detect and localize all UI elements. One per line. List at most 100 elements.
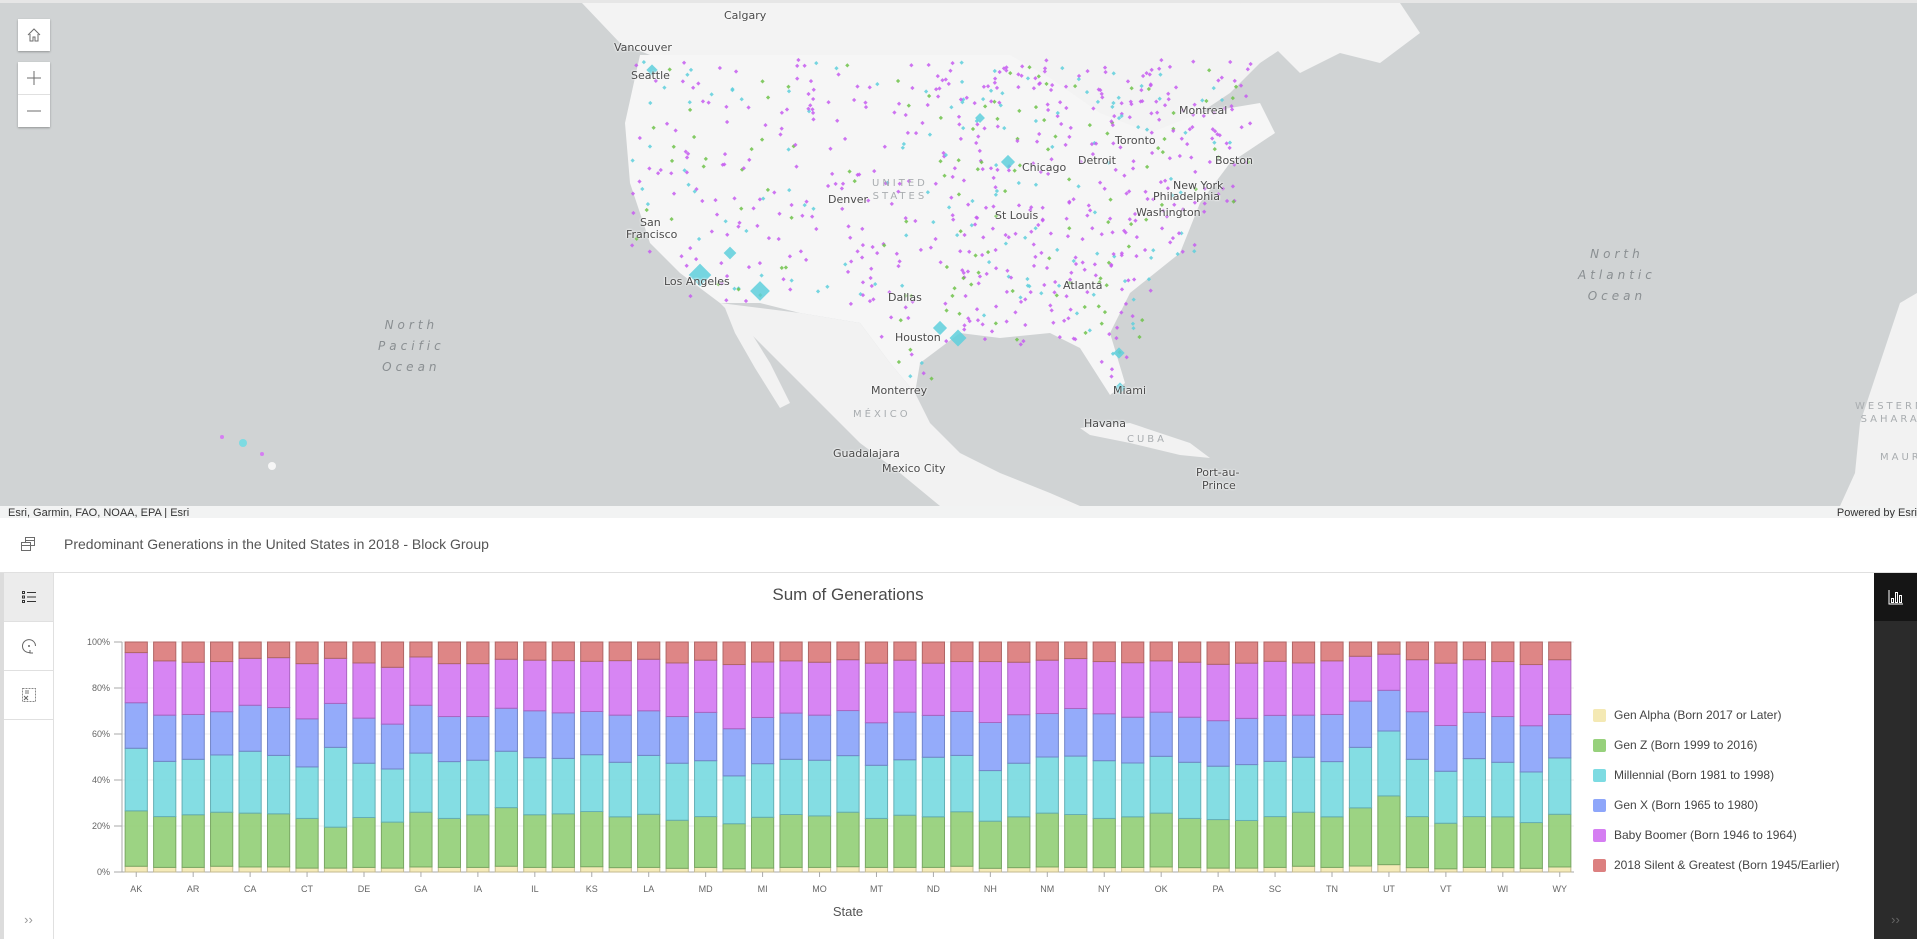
bar-segment[interactable]: [1064, 814, 1088, 868]
bar-segment[interactable]: [1320, 816, 1344, 868]
bar-segment[interactable]: [1263, 866, 1287, 873]
bar-segment[interactable]: [893, 866, 917, 873]
bar-stack-WA[interactable]: [1462, 641, 1486, 873]
bar-segment[interactable]: [978, 770, 1002, 822]
bar-stack-ME[interactable]: [722, 641, 746, 873]
bar-segment[interactable]: [523, 710, 547, 759]
bar-segment[interactable]: [380, 641, 405, 668]
bar-stack-DC[interactable]: [323, 641, 348, 873]
bar-stack-MD[interactable]: [694, 641, 718, 873]
bar-segment[interactable]: [295, 641, 319, 665]
bar-stack-TN[interactable]: [1320, 641, 1344, 873]
bar-segment[interactable]: [1007, 762, 1031, 818]
bar-stack-PA[interactable]: [1206, 641, 1230, 873]
bar-segment[interactable]: [124, 702, 148, 749]
zoom-out-button[interactable]: [18, 94, 50, 127]
bar-segment[interactable]: [1149, 660, 1173, 713]
bar-segment[interactable]: [580, 710, 604, 756]
bar-segment[interactable]: [580, 754, 604, 813]
bar-segment[interactable]: [1092, 817, 1116, 869]
map-point[interactable]: [1114, 336, 1119, 341]
bar-stack-ID[interactable]: [494, 641, 518, 873]
bar-segment[interactable]: [551, 866, 575, 873]
bar-segment[interactable]: [665, 762, 689, 821]
bar-segment[interactable]: [466, 866, 490, 873]
bar-segment[interactable]: [722, 664, 746, 730]
bar-stack-GA[interactable]: [409, 641, 433, 873]
bar-segment[interactable]: [807, 661, 832, 716]
bar-segment[interactable]: [266, 641, 291, 659]
bar-segment[interactable]: [1405, 758, 1430, 818]
bar-segment[interactable]: [1519, 771, 1543, 824]
bar-segment[interactable]: [181, 713, 205, 760]
legend-item[interactable]: Gen Z (Born 1999 to 2016): [1593, 730, 1839, 760]
bar-segment[interactable]: [295, 817, 319, 869]
bar-segment[interactable]: [665, 867, 689, 873]
bar-segment[interactable]: [1519, 664, 1543, 727]
bar-segment[interactable]: [1092, 713, 1116, 762]
bar-segment[interactable]: [665, 716, 689, 764]
bar-segment[interactable]: [807, 866, 832, 873]
bar-segment[interactable]: [323, 826, 348, 869]
bar-segment[interactable]: [750, 763, 775, 818]
bar-segment[interactable]: [1206, 867, 1230, 873]
bar-segment[interactable]: [1462, 866, 1486, 873]
bar-stack-CA[interactable]: [238, 641, 262, 873]
bar-segment[interactable]: [295, 718, 319, 768]
chart-type-button[interactable]: [1874, 573, 1917, 621]
map-point[interactable]: [1192, 242, 1197, 248]
bar-segment[interactable]: [1291, 756, 1316, 813]
bar-segment[interactable]: [1462, 758, 1486, 818]
map-point[interactable]: [982, 336, 988, 342]
bar-stack-KY[interactable]: [608, 641, 632, 873]
bar-segment[interactable]: [551, 641, 575, 662]
bar-segment[interactable]: [1234, 641, 1259, 664]
bar-stack-NY[interactable]: [1092, 641, 1116, 873]
bar-segment[interactable]: [437, 866, 462, 873]
bar-segment[interactable]: [608, 867, 632, 873]
bar-segment[interactable]: [380, 723, 405, 770]
bar-segment[interactable]: [238, 750, 262, 814]
bar-segment[interactable]: [864, 662, 889, 724]
bar-segment[interactable]: [352, 717, 376, 764]
bar-segment[interactable]: [1263, 816, 1287, 868]
bar-segment[interactable]: [352, 762, 376, 818]
bar-segment[interactable]: [950, 661, 974, 712]
bar-segment[interactable]: [608, 761, 632, 818]
bar-segment[interactable]: [124, 641, 148, 654]
bar-segment[interactable]: [722, 823, 746, 870]
bar-segment[interactable]: [153, 816, 177, 868]
bar-segment[interactable]: [494, 658, 518, 709]
legend-item[interactable]: Gen Alpha (Born 2017 or Later): [1593, 700, 1839, 730]
bar-segment[interactable]: [1206, 720, 1230, 767]
bar-segment[interactable]: [466, 759, 490, 816]
bar-segment[interactable]: [950, 811, 974, 867]
bar-segment[interactable]: [950, 710, 974, 756]
bar-segment[interactable]: [580, 660, 604, 712]
rotate-tool-button[interactable]: [4, 622, 53, 671]
bar-segment[interactable]: [1121, 662, 1145, 718]
bar-segment[interactable]: [295, 867, 319, 873]
bar-segment[interactable]: [1462, 711, 1486, 760]
bar-segment[interactable]: [124, 747, 148, 812]
bar-segment[interactable]: [1320, 713, 1344, 763]
bar-segment[interactable]: [266, 754, 291, 815]
bar-segment[interactable]: [1092, 641, 1116, 663]
bar-segment[interactable]: [1491, 661, 1515, 718]
bar-segment[interactable]: [1548, 641, 1572, 661]
bar-segment[interactable]: [1007, 714, 1031, 764]
bar-segment[interactable]: [409, 811, 433, 868]
map-point[interactable]: [1140, 317, 1145, 323]
bar-segment[interactable]: [1149, 641, 1173, 662]
bar-segment[interactable]: [124, 652, 148, 704]
bar-segment[interactable]: [1405, 711, 1430, 760]
bar-segment[interactable]: [921, 756, 946, 818]
bar-segment[interactable]: [494, 807, 518, 867]
bar-segment[interactable]: [437, 716, 462, 763]
bar-segment[interactable]: [637, 813, 661, 868]
map-point[interactable]: [1018, 342, 1023, 347]
bar-segment[interactable]: [1434, 724, 1458, 772]
bar-segment[interactable]: [153, 714, 177, 762]
bar-stack-AR[interactable]: [181, 641, 205, 873]
bar-segment[interactable]: [352, 662, 376, 719]
